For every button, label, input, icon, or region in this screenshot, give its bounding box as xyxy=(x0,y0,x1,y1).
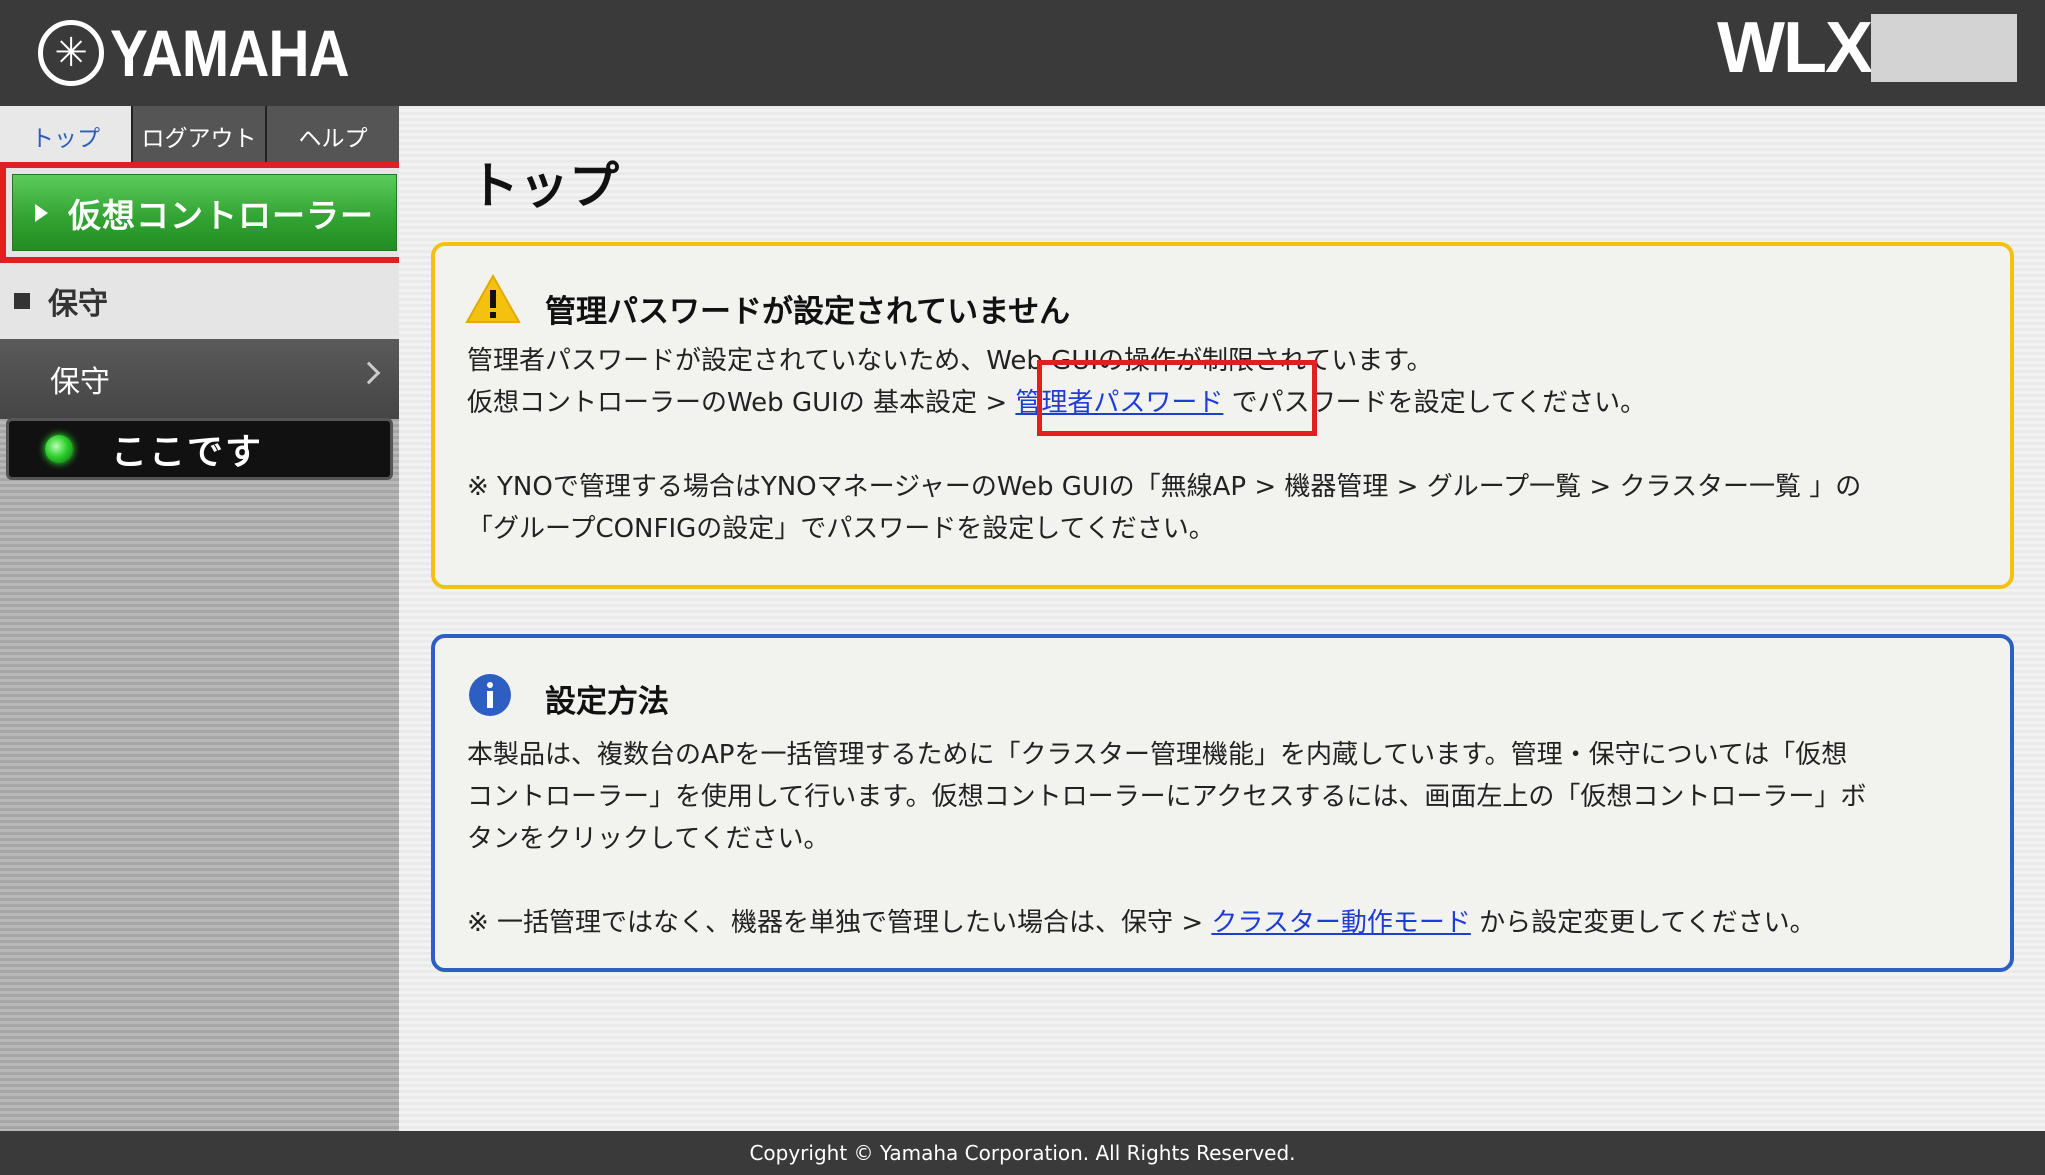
virtual-controller-button[interactable]: 仮想コントローラー xyxy=(12,174,397,251)
warning-card: 管理パスワードが設定されていません 管理者パスワードが設定されていないため、We… xyxy=(431,242,2014,589)
sidebar-tabs: トップ ログアウト ヘルプ xyxy=(0,106,399,166)
sidebar: トップ ログアウト ヘルプ 仮想コントローラー 保守 保守 ここです xyxy=(0,106,409,1131)
status-led-icon xyxy=(45,435,73,463)
admin-password-highlight xyxy=(1037,360,1317,436)
status-label: ここです xyxy=(111,432,264,473)
maintenance-heading-label: 保守 xyxy=(48,287,108,322)
header-bar: YAMAHA WLX xyxy=(0,0,2045,106)
info-note-suffix: から設定変更してください。 xyxy=(1470,908,1816,938)
cluster-mode-link[interactable]: クラスター動作モード xyxy=(1211,908,1470,938)
page-title: トップ xyxy=(469,157,619,215)
virtual-controller-label: 仮想コントローラー xyxy=(68,195,374,235)
maintenance-section-heading: 保守 xyxy=(0,263,399,339)
footer: Copyright © Yamaha Corporation. All Righ… xyxy=(0,1131,2045,1175)
info-icon xyxy=(469,674,511,716)
virtual-controller-highlight: 仮想コントローラー xyxy=(0,162,409,263)
model-name: WLX xyxy=(1717,8,2017,88)
square-bullet-icon xyxy=(14,293,30,309)
info-note-prefix: ※ 一括管理ではなく、機器を単独で管理したい場合は、保守 > xyxy=(467,908,1212,938)
info-card: 設定方法 本製品は、複数台のAPを一括管理するために「クラスター管理機能」を内蔵… xyxy=(431,634,2014,972)
warning-line2-prefix: 仮想コントローラーのWeb GUIの 基本設定 > xyxy=(467,388,1016,418)
info-line1: 本製品は、複数台のAPを一括管理するために「クラスター管理機能」を内蔵しています… xyxy=(467,740,1848,770)
main-content: トップ 管理パスワードが設定されていません 管理者パスワードが設定されていないた… xyxy=(399,106,2045,1131)
tab-top[interactable]: トップ xyxy=(0,106,131,166)
chevron-right-icon xyxy=(357,361,381,385)
brand-name: YAMAHA xyxy=(110,16,350,90)
play-triangle-icon xyxy=(35,203,48,222)
info-note: ※ 一括管理ではなく、機器を単独で管理したい場合は、保守 > クラスター動作モー… xyxy=(467,902,1816,939)
model-number-mask xyxy=(1871,14,2017,82)
sidebar-item-label: 保守 xyxy=(50,365,110,400)
yamaha-emblem-icon xyxy=(38,20,104,86)
warning-note1: ※ YNOで管理する場合はYNOマネージャーのWeb GUIの「無線AP > 機… xyxy=(467,472,1862,502)
copyright-text: Copyright © Yamaha Corporation. All Righ… xyxy=(749,1141,1296,1165)
status-indicator: ここです xyxy=(6,418,393,480)
info-line3: タンをクリックしてください。 xyxy=(467,824,830,854)
warning-title: 管理パスワードが設定されていません xyxy=(545,294,1071,330)
info-line2: コントローラー」を使用して行います。仮想コントローラーにアクセスするには、画面左… xyxy=(467,782,1867,812)
info-title: 設定方法 xyxy=(545,684,669,720)
sidebar-item-maintenance[interactable]: 保守 xyxy=(0,339,399,419)
tab-help[interactable]: ヘルプ xyxy=(265,106,399,166)
tab-logout[interactable]: ログアウト xyxy=(131,106,265,166)
warning-icon xyxy=(465,274,521,323)
yamaha-logo: YAMAHA xyxy=(38,16,388,90)
model-prefix: WLX xyxy=(1717,8,1873,88)
warning-note2: 「グループCONFIGの設定」でパスワードを設定してください。 xyxy=(467,514,1215,544)
